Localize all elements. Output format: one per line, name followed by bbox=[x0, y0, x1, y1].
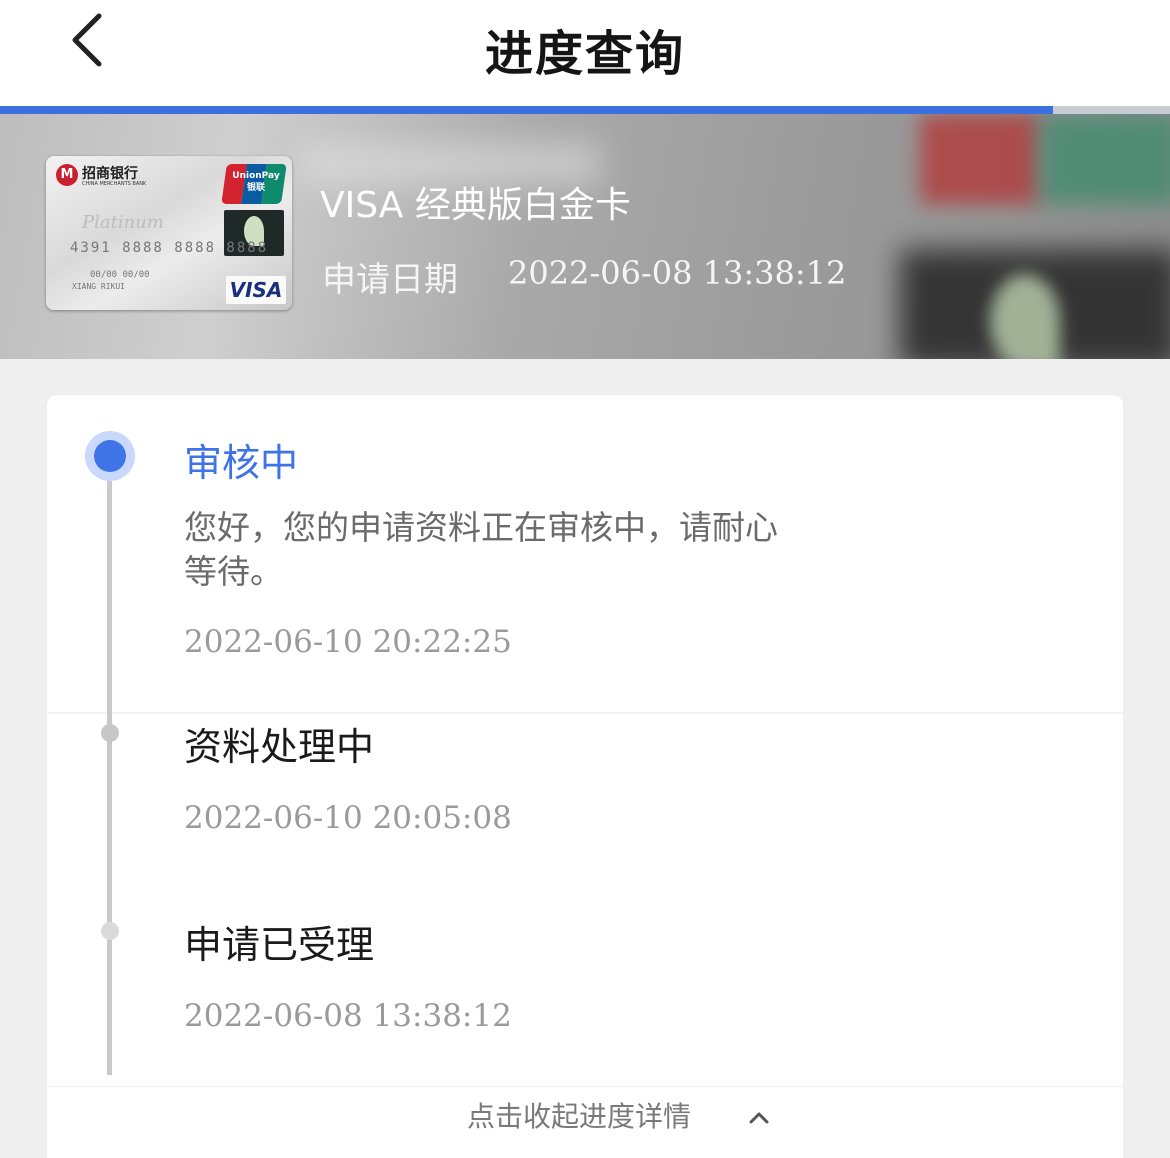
step-timestamp: 2022-06-08 13:38:12 bbox=[184, 998, 512, 1034]
card-tier-text: Platinum bbox=[82, 212, 164, 233]
step-description: 您好，您的申请资料正在审核中，请耐心等待。 bbox=[184, 508, 778, 591]
visa-logo-icon: VISA bbox=[226, 276, 286, 304]
card-product-title: VISA 经典版白金卡 bbox=[320, 185, 631, 226]
timeline-dot bbox=[101, 922, 119, 940]
card-holder: XIANG RIKUI bbox=[72, 282, 125, 291]
bank-logo-icon: M bbox=[56, 164, 78, 186]
panel-divider bbox=[47, 712, 1123, 714]
chevron-up-icon bbox=[749, 1112, 769, 1124]
timeline-dot-active bbox=[85, 431, 135, 481]
top-bar: 进度查询 bbox=[0, 0, 1170, 106]
card-bank-name-en: CHINA MERCHANTS BANK bbox=[82, 181, 147, 187]
timeline-dot bbox=[101, 724, 119, 742]
apply-date-label: 申请日期 bbox=[322, 260, 458, 300]
timeline-line bbox=[107, 455, 112, 1075]
card-banner: M 招商银行 CHINA MERCHANTS BANK Platinum Uni… bbox=[0, 114, 1170, 359]
page-progress-bar bbox=[0, 106, 1170, 114]
card-expiry: 00/00 00/00 bbox=[90, 270, 150, 280]
card-number: 4391 8888 8888 8888 bbox=[70, 240, 269, 256]
card-bank-name: 招商银行 bbox=[82, 166, 138, 182]
collapse-details-label: 点击收起进度详情 bbox=[467, 1100, 692, 1133]
page-progress-fill bbox=[0, 106, 1053, 114]
unionpay-text: UnionPay 银联 bbox=[232, 171, 280, 193]
credit-card-image: M 招商银行 CHINA MERCHANTS BANK Platinum Uni… bbox=[46, 156, 292, 310]
step-timestamp: 2022-06-10 20:22:25 bbox=[184, 624, 512, 660]
page-title: 进度查询 bbox=[484, 26, 685, 82]
apply-date-value: 2022-06-08 13:38:12 bbox=[508, 254, 847, 292]
step-timestamp: 2022-06-10 20:05:08 bbox=[184, 800, 512, 836]
step-title-accepted: 申请已受理 bbox=[184, 923, 375, 967]
step-title-reviewing: 审核中 bbox=[184, 441, 299, 485]
step-title-processing: 资料处理中 bbox=[184, 725, 375, 769]
collapse-details-button[interactable]: 点击收起进度详情 bbox=[47, 1086, 1123, 1158]
